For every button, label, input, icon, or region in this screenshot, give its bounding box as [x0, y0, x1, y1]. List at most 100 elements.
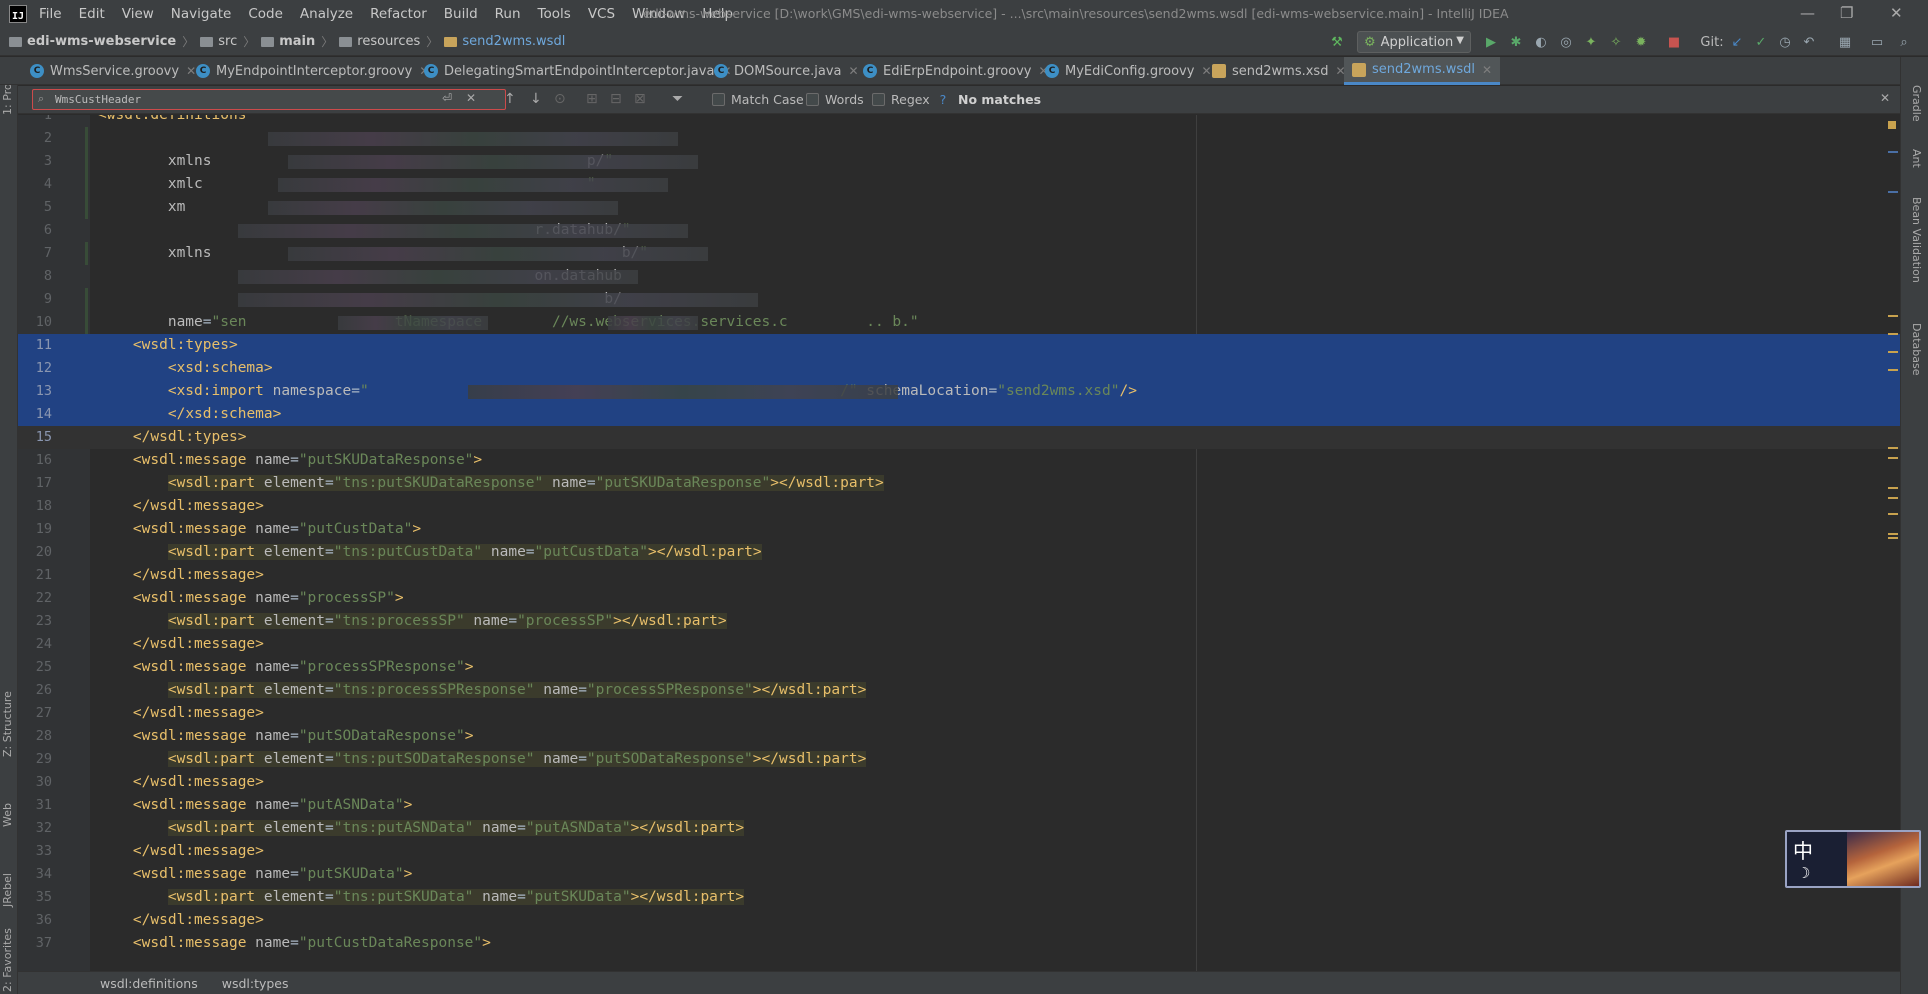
code-line[interactable]: 13 <xsd:import namespace=" /" schemaLoca…	[18, 380, 1900, 403]
line-number[interactable]: 22	[18, 587, 52, 610]
menu-view[interactable]: View	[122, 6, 154, 22]
code-line[interactable]: 36 </wsdl:message>	[18, 909, 1900, 932]
vcs-change-marker[interactable]	[85, 150, 88, 173]
occurrence-marker[interactable]	[1888, 537, 1898, 539]
change-marker[interactable]	[1888, 191, 1898, 193]
layout-icon[interactable]: ▭	[1868, 33, 1886, 51]
code-line[interactable]: 18 </wsdl:message>	[18, 495, 1900, 518]
select-all-occurrences-icon[interactable]: ⊠	[634, 91, 646, 107]
tool-gradle[interactable]: Gradle	[1910, 85, 1923, 122]
menu-file[interactable]: File	[39, 6, 62, 22]
find-all-icon[interactable]: ⊙	[554, 91, 566, 107]
code-line[interactable]: 3 xmlns p/"	[18, 150, 1900, 173]
line-number[interactable]: 20	[18, 541, 52, 564]
code-text[interactable]: </wsdl:message>	[98, 771, 264, 794]
line-number[interactable]: 34	[18, 863, 52, 886]
warning-marker[interactable]	[1888, 121, 1896, 129]
code-line[interactable]: 11 <wsdl:types>	[18, 334, 1900, 357]
occurrence-marker[interactable]	[1888, 369, 1898, 371]
menu-navigate[interactable]: Navigate	[171, 6, 232, 22]
coverage-icon[interactable]: ◐	[1532, 33, 1550, 51]
match-case-checkbox[interactable]: Match Case	[712, 92, 804, 107]
line-number[interactable]: 5	[18, 196, 52, 219]
line-number[interactable]: 36	[18, 909, 52, 932]
occurrence-marker[interactable]	[1888, 513, 1898, 515]
tab-send2wms-xsd[interactable]: send2wms.xsd ✕	[1212, 57, 1346, 85]
occurrence-marker[interactable]	[1888, 533, 1898, 535]
code-line[interactable]: 8 on.datahub	[18, 265, 1900, 288]
jrebel-update-icon[interactable]: ✹	[1632, 33, 1650, 51]
clear-search-icon[interactable]: ✕	[466, 91, 476, 105]
code-line[interactable]: 7 xmlns b/"	[18, 242, 1900, 265]
line-number[interactable]: 18	[18, 495, 52, 518]
menu-tools[interactable]: Tools	[538, 6, 571, 22]
occurrence-marker[interactable]	[1888, 457, 1898, 459]
jrebel-debug-icon[interactable]: ✧	[1607, 33, 1625, 51]
vcs-change-marker[interactable]	[85, 311, 88, 334]
line-number[interactable]: 2	[18, 127, 52, 150]
ime-status-widget[interactable]: 中 ☽	[1785, 830, 1921, 888]
code-text[interactable]: </wsdl:message>	[98, 702, 264, 725]
breadcrumb-resources[interactable]: resources	[339, 34, 420, 49]
words-checkbox[interactable]: Words	[806, 92, 864, 107]
breadcrumb-project[interactable]: edi-wms-webservice	[9, 34, 176, 49]
code-line[interactable]: 17 <wsdl:part element="tns:putSKUDataRes…	[18, 472, 1900, 495]
line-number[interactable]: 31	[18, 794, 52, 817]
code-line[interactable]: 10 name="sen tNamespace //ws.webservices…	[18, 311, 1900, 334]
line-number[interactable]: 37	[18, 932, 52, 955]
code-text[interactable]: <xsd:schema>	[98, 357, 273, 380]
code-text[interactable]: </wsdl:message>	[98, 633, 264, 656]
filter-icon[interactable]: ⏷	[672, 91, 683, 107]
code-text[interactable]: <wsdl:message name="putSODataResponse">	[98, 725, 474, 748]
line-number[interactable]: 17	[18, 472, 52, 495]
tool-web[interactable]: Web	[1, 803, 14, 827]
code-line[interactable]: 9 b/	[18, 288, 1900, 311]
code-line[interactable]: 33 </wsdl:message>	[18, 840, 1900, 863]
code-text[interactable]: </wsdl:types>	[98, 426, 247, 449]
debug-icon[interactable]: ✱	[1507, 33, 1525, 51]
line-number[interactable]: 7	[18, 242, 52, 265]
tab-edierpendpoint[interactable]: C EdiErpEndpoint.groovy ✕	[863, 57, 1049, 85]
code-text[interactable]: </wsdl:message>	[98, 564, 264, 587]
line-number[interactable]: 10	[18, 311, 52, 334]
code-text[interactable]: </xsd:schema>	[98, 403, 282, 426]
code-text[interactable]: <wsdl:part element="tns:processSP" name=…	[98, 610, 727, 633]
run-configuration-select[interactable]: ⚙ Application ▼	[1357, 31, 1471, 53]
tab-delegatingsmartendpointinterceptor[interactable]: C DelegatingSmartEndpointInterceptor.jav…	[424, 57, 731, 85]
menu-analyze[interactable]: Analyze	[300, 6, 353, 22]
code-line[interactable]: 15 </wsdl:types>	[18, 426, 1900, 449]
code-line[interactable]: 1 <wsdl:definitions	[18, 115, 1900, 127]
profile-icon[interactable]: ◎	[1557, 33, 1575, 51]
close-icon[interactable]: ✕	[1201, 64, 1211, 78]
code-line[interactable]: 2	[18, 127, 1900, 150]
line-number[interactable]: 33	[18, 840, 52, 863]
code-line[interactable]: 31 <wsdl:message name="putASNData">	[18, 794, 1900, 817]
code-line[interactable]: 32 <wsdl:part element="tns:putASNData" n…	[18, 817, 1900, 840]
code-text[interactable]: <wsdl:message name="processSPResponse">	[98, 656, 474, 679]
code-text[interactable]: <wsdl:message name="putSKUData">	[98, 863, 412, 886]
code-text[interactable]: <wsdl:types>	[98, 334, 238, 357]
occurrence-marker[interactable]	[1888, 447, 1898, 449]
regex-help-link[interactable]: ?	[940, 92, 947, 107]
tool-bean-validation[interactable]: Bean Validation	[1910, 197, 1923, 283]
code-text[interactable]: </wsdl:message>	[98, 909, 264, 932]
code-text[interactable]: <wsdl:message name="putASNData">	[98, 794, 412, 817]
code-line[interactable]: 6 r.datahub/"	[18, 219, 1900, 242]
git-commit-icon[interactable]: ✓	[1752, 33, 1770, 51]
regex-checkbox[interactable]: Regex ?	[872, 92, 946, 107]
code-line[interactable]: 34 <wsdl:message name="putSKUData">	[18, 863, 1900, 886]
occurrence-marker[interactable]	[1888, 497, 1898, 499]
line-number[interactable]: 29	[18, 748, 52, 771]
close-icon[interactable]: ✕	[848, 64, 858, 78]
build-hammer-icon[interactable]: ⚒	[1328, 33, 1346, 51]
line-number[interactable]: 24	[18, 633, 52, 656]
stop-icon[interactable]: ■	[1665, 33, 1683, 51]
code-text[interactable]: </wsdl:message>	[98, 495, 264, 518]
project-structure-icon[interactable]: ▦	[1836, 33, 1854, 51]
line-number[interactable]: 32	[18, 817, 52, 840]
tab-wmsservice[interactable]: C WmsService.groovy ✕	[30, 57, 196, 85]
line-number[interactable]: 6	[18, 219, 52, 242]
code-editor[interactable]: 1 <wsdl:definitions 2 3 xmlns p/"4 xmlc "5…	[18, 115, 1900, 971]
code-text[interactable]: xm	[98, 196, 185, 219]
line-number[interactable]: 28	[18, 725, 52, 748]
